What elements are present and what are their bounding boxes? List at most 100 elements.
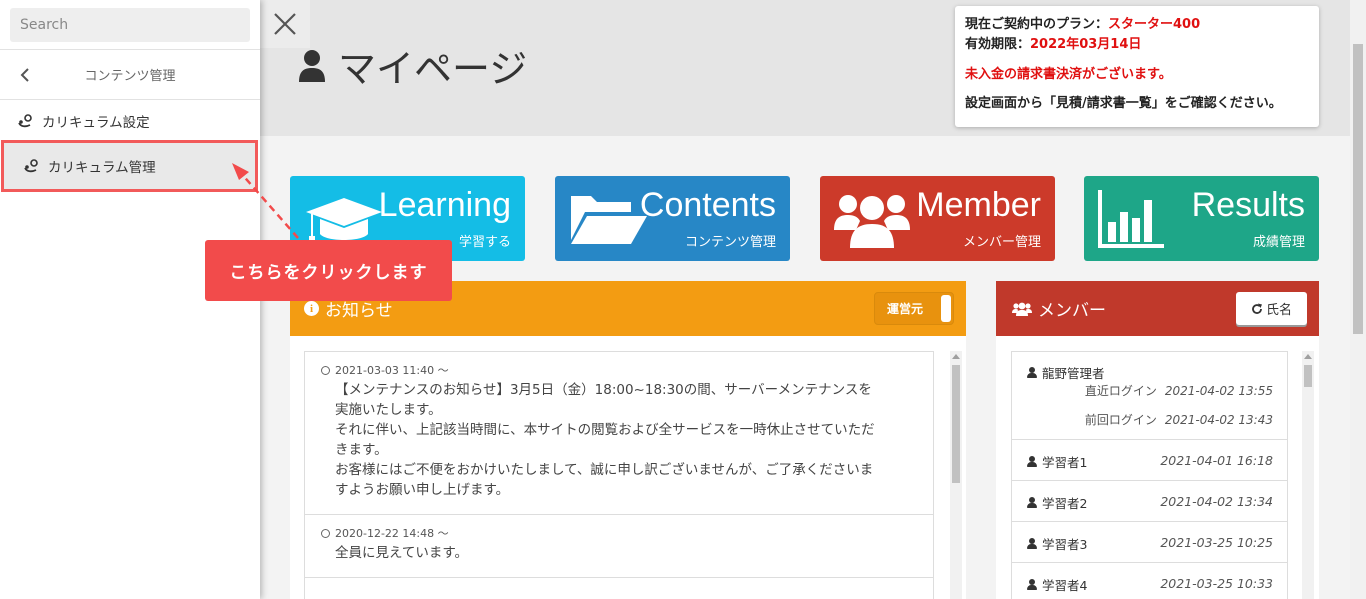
member-name: 学習者3 [1027, 534, 1087, 553]
tile-contents[interactable]: Contents コンテンツ管理 [555, 176, 790, 261]
member-name: 学習者4 [1027, 575, 1087, 594]
member-row[interactable]: 学習者4 2021-03-25 10:33 [1012, 563, 1287, 599]
user-icon [1027, 538, 1037, 549]
tile-title: Learning [378, 186, 511, 224]
curriculum-icon [18, 114, 32, 128]
toggle-knob [941, 295, 951, 322]
tile-subtitle: メンバー管理 [962, 235, 1041, 250]
previous-login-time: 2021-04-02 13:43 [1164, 413, 1273, 427]
notice-date: 2021-03-03 11:40 ～ [321, 362, 919, 378]
notice-panel: i お知らせ 運営元 2021-03-03 11:40 ～ 【メンテナンスのお知… [290, 281, 966, 599]
tile-subtitle: 学習する [458, 235, 511, 250]
user-icon [1027, 579, 1037, 590]
user-icon [1027, 367, 1037, 378]
sidebar-item-curriculum-settings[interactable]: カリキュラム設定 [0, 100, 260, 142]
member-name-text: 龍野管理者 [1042, 366, 1105, 381]
member-row[interactable]: 学習者2 2021-04-02 13:34 [1012, 481, 1287, 522]
notice-item: 2020-12-22 14:48 ～ 全員に見えています。 [305, 515, 933, 578]
member-name-text: 学習者1 [1042, 455, 1088, 470]
curriculum-icon [24, 159, 38, 173]
folder-open-icon [571, 196, 647, 244]
members-panel-title: メンバー [1038, 301, 1106, 321]
member-last-login: 2021-03-25 10:33 [1160, 576, 1273, 591]
sidebar-nav-header: コンテンツ管理 [0, 50, 260, 100]
notice-item: 2021-03-03 11:40 ～ 【メンテナンスのお知らせ】3月5日（金）1… [305, 352, 933, 515]
expiry-value: 2022年03月14日 [1030, 37, 1142, 52]
notice-date-text: 2020-12-22 14:48 ～ [335, 527, 449, 540]
member-name-text: 学習者4 [1042, 578, 1088, 593]
previous-login-label: 前回ログイン [1084, 413, 1157, 427]
member-last-login: 2021-04-02 13:34 [1160, 494, 1273, 509]
search-bar [0, 0, 260, 50]
notice-line: 【メンテナンスのお知らせ】3月5日（金）18:00~18:30の間、サーバーメン… [335, 382, 872, 398]
toggle-label: 運営元 [887, 302, 924, 316]
page-title: マイページ [298, 38, 527, 93]
member-name: 学習者1 [1027, 452, 1087, 471]
sidebar-item-curriculum-management[interactable]: カリキュラム管理 [1, 140, 258, 192]
members-scrollbar[interactable] [1302, 351, 1314, 599]
search-input[interactable] [10, 8, 250, 42]
plan-label: 現在ご契約中のプラン： [965, 17, 1109, 32]
member-row[interactable]: 龍野管理者 直近ログイン 2021-04-02 13:55 前回ログイン 2021-… [1012, 352, 1287, 440]
expiry-label: 有効期限： [965, 37, 1031, 52]
member-last-login: 2021-04-01 16:18 [1160, 453, 1273, 468]
refresh-icon [1252, 303, 1262, 314]
annotation-callout: こちらをクリックします [205, 240, 452, 301]
notice-line: 実施いたします。 [335, 402, 442, 418]
member-row[interactable]: 学習者3 2021-03-25 10:25 [1012, 522, 1287, 563]
page-title-text: マイページ [338, 47, 528, 91]
recent-login-time: 2021-04-02 13:55 [1164, 384, 1273, 398]
scroll-up-icon[interactable] [952, 354, 960, 359]
sidebar-nav-title: コンテンツ管理 [84, 69, 176, 84]
member-row[interactable]: 学習者1 2021-04-01 16:18 [1012, 440, 1287, 481]
scroll-thumb[interactable] [1353, 44, 1363, 334]
notice-line: お客様にはご不便をおかけいたしまして、誠に申し訳ございませんが、ご了承くださいま [335, 462, 874, 478]
notice-body: 【メンテナンスのお知らせ】3月5日（金）18:00~18:30の間、サーバーメン… [321, 380, 919, 500]
tile-title: Member [916, 186, 1041, 224]
tile-results[interactable]: Results 成績管理 [1084, 176, 1319, 261]
previous-login: 前回ログイン 2021-04-02 13:43 [1085, 411, 1273, 428]
page-scrollbar[interactable] [1350, 0, 1366, 599]
clock-icon [321, 528, 330, 538]
recent-login-label: 直近ログイン [1084, 384, 1157, 398]
scroll-thumb[interactable] [952, 365, 960, 483]
tile-title: Results [1191, 186, 1305, 224]
sort-by-name-button[interactable]: 氏名 [1236, 292, 1307, 325]
annotation-text: こちらをクリックします [229, 263, 428, 283]
scroll-thumb[interactable] [1304, 365, 1312, 387]
notice-line: 全員に見えています。 [335, 545, 468, 561]
notice-line: それに伴い、上記該当時間に、本サイトの閲覧および全サービスを一時休止させていただ [335, 422, 875, 438]
notice-scrollbar[interactable] [950, 351, 962, 599]
members-panel-header: メンバー 氏名 [996, 281, 1319, 336]
back-button[interactable] [12, 62, 38, 88]
notice-body: 全員に見えています。 [321, 543, 919, 563]
user-icon [1027, 497, 1037, 508]
plan-instruction: 設定画面から「見積/請求書一覧」をご確認ください。 [965, 96, 1282, 111]
member-name: 学習者2 [1027, 493, 1087, 512]
member-list: 龍野管理者 直近ログイン 2021-04-02 13:55 前回ログイン 2021-… [1011, 351, 1288, 599]
payment-warning: 未入金の請求書決済がございます。 [965, 67, 1172, 82]
bar-chart-icon [1098, 190, 1164, 248]
close-icon [274, 13, 296, 35]
sort-label: 氏名 [1265, 303, 1292, 318]
chevron-left-icon [20, 68, 29, 82]
user-icon [299, 49, 325, 82]
notice-date: 2020-12-22 14:48 ～ [321, 525, 919, 541]
recent-login: 直近ログイン 2021-04-02 13:55 [1085, 382, 1273, 399]
notice-list: 2021-03-03 11:40 ～ 【メンテナンスのお知らせ】3月5日（金）1… [304, 351, 934, 599]
notice-date-text: 2021-03-03 11:40 ～ [335, 364, 449, 377]
close-sidebar-button[interactable] [260, 0, 310, 48]
scroll-up-icon[interactable] [1304, 354, 1312, 359]
clock-icon [321, 365, 330, 375]
member-last-login: 2021-03-25 10:25 [1160, 535, 1273, 550]
tile-title: Contents [639, 186, 776, 224]
plan-info-box: 現在ご契約中のプラン：スターター400 有効期限：2022年03月14日 未入金… [955, 6, 1319, 127]
sidebar-item-label: カリキュラム管理 [48, 160, 156, 176]
operator-filter-toggle[interactable]: 運営元 [874, 292, 954, 325]
tile-subtitle: コンテンツ管理 [684, 235, 776, 250]
tile-member[interactable]: Member メンバー管理 [820, 176, 1055, 261]
members-panel: メンバー 氏名 龍野管理者 直近ログイン 2021-04-02 13:55 前回ロ… [996, 281, 1319, 599]
users-icon [834, 195, 910, 248]
users-icon [1012, 302, 1032, 316]
user-icon [1027, 456, 1037, 467]
